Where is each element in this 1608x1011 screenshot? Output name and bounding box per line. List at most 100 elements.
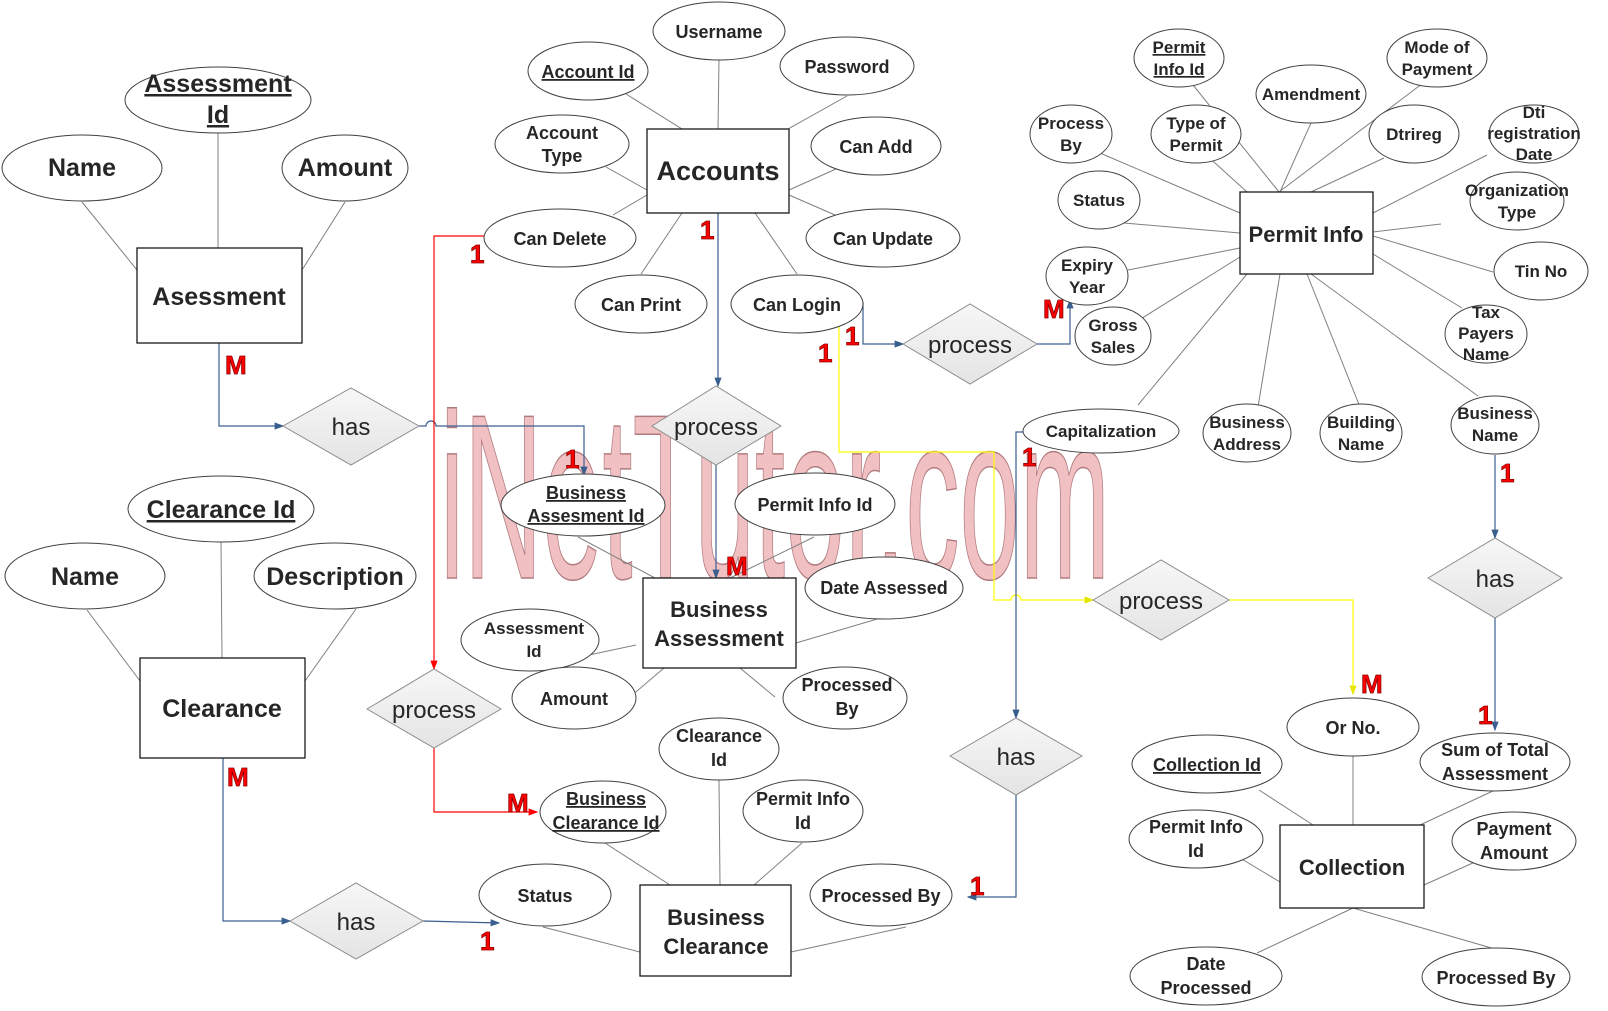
attr-sum-total-assessment-l1: Sum of Total bbox=[1441, 740, 1549, 760]
attr-ba-amount: Amount bbox=[540, 689, 608, 709]
card-can-delete-1: 1 bbox=[470, 239, 484, 269]
attr-business-assesment-id-l2: Assesment Id bbox=[527, 506, 644, 526]
card-business-name-1: 1 bbox=[1500, 458, 1514, 488]
entity-permit-info[interactable]: Permit Info bbox=[1249, 222, 1364, 247]
entity-business-clearance-line2[interactable]: Clearance bbox=[663, 934, 768, 959]
card-assessment-m: M bbox=[225, 350, 247, 380]
rel-capitalization-has[interactable]: has bbox=[997, 744, 1036, 771]
attr-tax-payers-name-l3: Name bbox=[1463, 345, 1509, 364]
card-bc-processed-by-1: 1 bbox=[970, 871, 984, 901]
attr-expiry-year-l2: Year bbox=[1069, 278, 1105, 297]
attr-date-processed-l1: Date bbox=[1186, 954, 1225, 974]
card-accounts-1: 1 bbox=[700, 215, 714, 245]
attr-business-clearance-id-l2: Clearance Id bbox=[552, 813, 659, 833]
er-diagram: iNetTutor.com bbox=[1, 1, 1589, 1007]
attr-can-delete: Can Delete bbox=[513, 229, 606, 249]
attr-password: Password bbox=[804, 57, 889, 77]
attr-business-address-l1: Business bbox=[1209, 413, 1285, 432]
attr-org-type-l1: Organization bbox=[1465, 181, 1569, 200]
attr-expiry-year-l1: Expiry bbox=[1061, 256, 1114, 275]
entity-assessment[interactable]: Asessment bbox=[152, 283, 286, 311]
attr-tax-payers-name-l1: Tax bbox=[1472, 303, 1501, 322]
attr-capitalization: Capitalization bbox=[1046, 422, 1157, 441]
attr-clearance-description: Description bbox=[266, 563, 404, 591]
attr-col-permit-info-id-l2: Id bbox=[1188, 841, 1204, 861]
attr-can-print: Can Print bbox=[601, 295, 681, 315]
attr-amendment: Amendment bbox=[1262, 85, 1361, 104]
attr-col-permit-info-id-l1: Permit Info bbox=[1149, 817, 1243, 837]
rel-login-process-collection[interactable]: process bbox=[1119, 588, 1203, 615]
attr-bc-permit-info-id-l1: Permit Info bbox=[756, 789, 850, 809]
card-sum-total-1: 1 bbox=[1478, 700, 1492, 730]
attr-process-by-l2: By bbox=[1060, 136, 1082, 155]
attr-payment-amount-l1: Payment bbox=[1476, 819, 1551, 839]
attr-dti-date-l3: Date bbox=[1516, 145, 1553, 164]
attr-dti-date-l2: registration bbox=[1487, 124, 1581, 143]
attr-business-assesment-id-l1: Business bbox=[546, 483, 626, 503]
attr-building-name-l1: Building bbox=[1327, 413, 1395, 432]
attr-tin-no: Tin No bbox=[1515, 262, 1568, 281]
card-business-clearance-id-m: M bbox=[507, 788, 529, 818]
attr-permit-status: Status bbox=[1073, 191, 1125, 210]
attr-assessment-amount: Amount bbox=[298, 154, 393, 182]
attr-ba-permit-info-id: Permit Info Id bbox=[757, 495, 872, 515]
attr-payment-amount-l2: Amount bbox=[1480, 843, 1548, 863]
attr-permit-info-id-l1: Permit bbox=[1153, 38, 1206, 57]
attr-bc-clearance-id-l2: Id bbox=[711, 750, 727, 770]
attr-sum-total-assessment-l2: Assessment bbox=[1442, 764, 1548, 784]
attr-ba-assessment-id-l2: Id bbox=[526, 642, 541, 661]
entity-clearance[interactable]: Clearance bbox=[162, 695, 282, 723]
attr-account-type-l1: Account bbox=[526, 123, 598, 143]
attr-org-type-l2: Type bbox=[1498, 203, 1536, 222]
rel-businessname-has[interactable]: has bbox=[1476, 566, 1515, 593]
card-permit-info-m: M bbox=[1043, 294, 1065, 324]
attr-ba-processed-by-l2: By bbox=[835, 699, 858, 719]
attr-or-no: Or No. bbox=[1325, 718, 1380, 738]
attr-bc-status: Status bbox=[517, 886, 572, 906]
attr-clearance-name: Name bbox=[51, 563, 119, 591]
attr-collection-id: Collection Id bbox=[1153, 755, 1261, 775]
attr-tax-payers-name-l2: Payers bbox=[1458, 324, 1514, 343]
rel-accounts-process[interactable]: process bbox=[674, 414, 758, 441]
attr-account-id: Account Id bbox=[542, 62, 635, 82]
attr-type-of-permit-l2: Permit bbox=[1170, 136, 1223, 155]
attr-can-login: Can Login bbox=[753, 295, 841, 315]
attr-type-of-permit-l1: Type of bbox=[1166, 114, 1226, 133]
card-business-assesment-id-1: 1 bbox=[565, 444, 579, 474]
entity-collection[interactable]: Collection bbox=[1299, 855, 1405, 880]
attr-assessment-id-l1: Assessment bbox=[144, 70, 292, 98]
card-bc-status-1: 1 bbox=[480, 926, 494, 956]
card-or-no-m: M bbox=[1361, 669, 1383, 699]
entity-business-clearance-line1[interactable]: Business bbox=[667, 905, 765, 930]
attr-process-by-l1: Process bbox=[1038, 114, 1104, 133]
card-can-login-1b: 1 bbox=[818, 338, 832, 368]
attr-dti-date-l1: Dti bbox=[1523, 103, 1546, 122]
attr-business-clearance-id-l1: Business bbox=[566, 789, 646, 809]
attr-col-processed-by: Processed By bbox=[1436, 968, 1555, 988]
attr-can-add: Can Add bbox=[839, 137, 912, 157]
attr-mode-of-payment-l2: Payment bbox=[1402, 60, 1473, 79]
rel-login-process-permit[interactable]: process bbox=[928, 332, 1012, 359]
rel-delete-process-clearance[interactable]: process bbox=[392, 697, 476, 724]
entity-accounts[interactable]: Accounts bbox=[656, 156, 779, 186]
attr-business-address-l2: Address bbox=[1213, 435, 1281, 454]
attr-ba-assessment-id-l1: Assessment bbox=[484, 619, 585, 638]
attr-account-type-l2: Type bbox=[542, 146, 583, 166]
attr-gross-sales-l1: Gross bbox=[1088, 316, 1137, 335]
attr-business-name-l1: Business bbox=[1457, 404, 1533, 423]
card-capitalization-1: 1 bbox=[1022, 442, 1036, 472]
entity-business-assessment-line1[interactable]: Business bbox=[670, 597, 768, 622]
attr-mode-of-payment-l1: Mode of bbox=[1404, 38, 1469, 57]
attr-assessment-name: Name bbox=[48, 154, 116, 182]
rel-assessment-has[interactable]: has bbox=[332, 414, 371, 441]
attr-date-assessed: Date Assessed bbox=[820, 578, 947, 598]
attr-clearance-id: Clearance Id bbox=[147, 496, 296, 524]
attr-permit-info-id-l2: Info Id bbox=[1154, 60, 1205, 79]
rel-clearance-has[interactable]: has bbox=[337, 909, 376, 936]
er-diagram-canvas: iNetTutor.com bbox=[0, 0, 1608, 1011]
attr-ba-processed-by-l1: Processed bbox=[801, 675, 892, 695]
entity-business-assessment-line2[interactable]: Assessment bbox=[654, 626, 784, 651]
attr-dtrireg: Dtrireg bbox=[1386, 125, 1442, 144]
attr-can-update: Can Update bbox=[833, 229, 933, 249]
attr-bc-permit-info-id-l2: Id bbox=[795, 813, 811, 833]
